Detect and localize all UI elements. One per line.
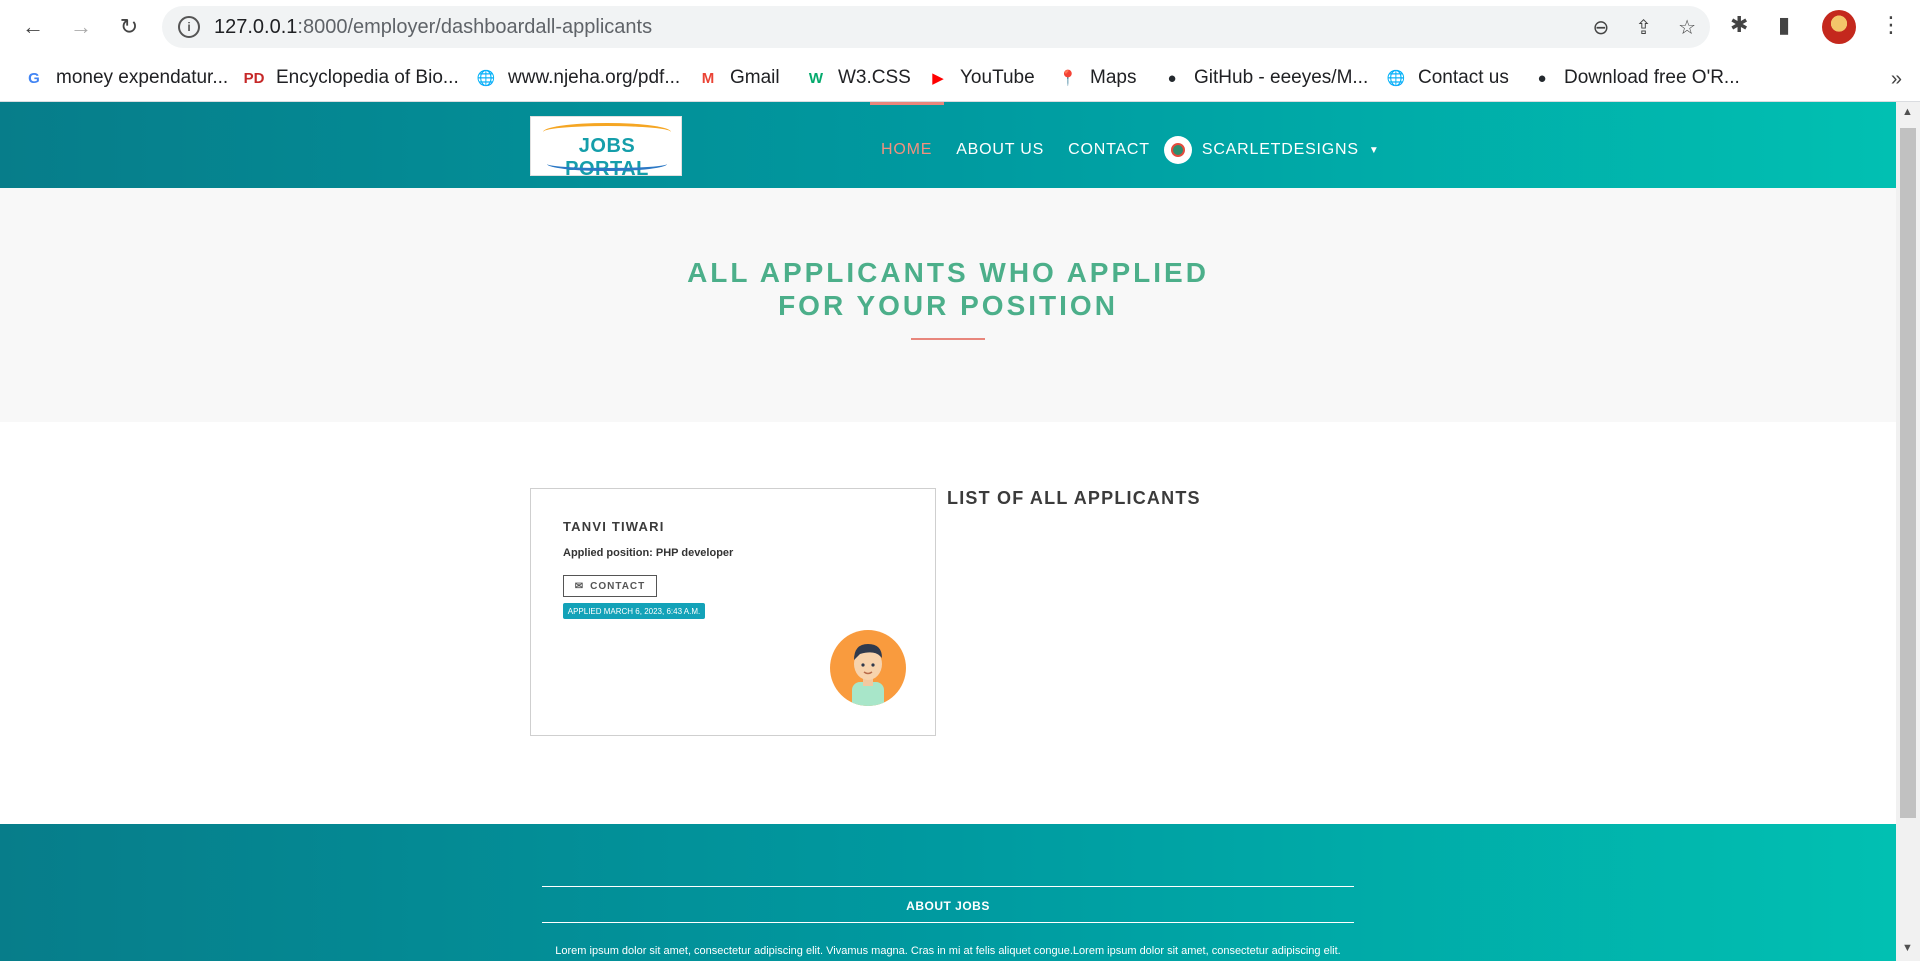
bookmark-label: W3.CSS: [838, 67, 911, 88]
bookmark-item[interactable]: 📍 Maps: [1056, 64, 1137, 92]
youtube-icon: ▶: [932, 70, 944, 87]
site-footer: ABOUT JOBS Lorem ipsum dolor sit amet, c…: [0, 824, 1896, 961]
footer-text: Lorem ipsum dolor sit amet, consectetur …: [555, 945, 1341, 957]
bookmark-item[interactable]: W W3.CSS: [804, 64, 911, 92]
hero-section: ALL APPLICANTS WHO APPLIED FOR YOUR POSI…: [0, 188, 1896, 422]
zoom-icon[interactable]: ⊖: [1593, 15, 1610, 40]
applicant-avatar: [830, 630, 906, 706]
applicant-card: TANVI TIWARI Applied position: PHP devel…: [530, 488, 936, 736]
side-panel-icon[interactable]: ▮: [1778, 12, 1790, 38]
bookmark-label: Maps: [1090, 67, 1137, 88]
nav-home[interactable]: HOME: [881, 141, 932, 159]
menu-icon[interactable]: ⋮: [1880, 12, 1902, 38]
applicant-name: TANVI TIWARI: [563, 519, 665, 534]
google-icon: G: [28, 69, 40, 87]
site-header: JOBS PORTAL HOME ABOUT US CONTACT SCARLE…: [0, 102, 1896, 188]
person-icon: [852, 644, 884, 706]
reload-icon[interactable]: ↻: [114, 12, 144, 42]
page-title-line2: FOR YOUR POSITION: [778, 290, 1118, 321]
caret-down-icon: ▼: [1368, 144, 1380, 156]
address-bar[interactable]: i 127.0.0.1:8000/employer/dashboardall-a…: [162, 6, 1710, 48]
footer-divider: [542, 886, 1354, 887]
site-info-icon[interactable]: i: [178, 16, 200, 38]
page-viewport: JOBS PORTAL HOME ABOUT US CONTACT SCARLE…: [0, 102, 1896, 961]
title-divider: [911, 338, 985, 340]
gmail-icon: M: [701, 69, 715, 87]
user-dropdown[interactable]: SCARLETDESIGNS ▼: [1163, 136, 1380, 164]
bookmark-item[interactable]: ▶ YouTube: [926, 64, 1035, 92]
scroll-thumb[interactable]: [1900, 128, 1916, 818]
maps-icon: 📍: [1058, 70, 1078, 87]
contact-button-label: CONTACT: [590, 580, 646, 592]
globe-icon: 🌐: [1386, 70, 1406, 87]
nav-active-indicator: [870, 102, 944, 105]
profile-avatar[interactable]: [1822, 10, 1856, 44]
bookmark-label: Download free O'R...: [1564, 67, 1740, 88]
user-logo-icon: [1163, 136, 1192, 164]
bookmark-label: Encyclopedia of Bio...: [276, 67, 459, 88]
scroll-down-icon[interactable]: ▼: [1902, 942, 1913, 954]
url-path: :8000/employer/dashboardall-applicants: [297, 16, 653, 38]
contact-button[interactable]: ✉ CONTACT: [563, 575, 657, 597]
nav-about[interactable]: ABOUT US: [956, 141, 1044, 159]
extensions-icon[interactable]: ✱: [1730, 12, 1748, 38]
applicant-position: Applied position: PHP developer: [563, 547, 734, 559]
bookmark-item[interactable]: ● GitHub - eeeyes/M...: [1160, 64, 1368, 92]
bookmark-label: www.njeha.org/pdf...: [508, 67, 681, 88]
bookmark-label: Gmail: [730, 67, 780, 88]
back-icon[interactable]: ←: [18, 12, 48, 42]
main-nav: HOME ABOUT US CONTACT SCARLETDESIGNS ▼: [881, 136, 1380, 164]
footer-title: ABOUT JOBS: [906, 899, 990, 913]
bookmark-item[interactable]: Gmoney expendatur...: [22, 64, 228, 92]
bookmark-item[interactable]: PD Encyclopedia of Bio...: [242, 64, 459, 92]
bookmark-label: GitHub - eeeyes/M...: [1194, 67, 1369, 88]
omnibox-tools: ⊖ ⇪ ☆: [1593, 15, 1696, 40]
w3-icon: W: [808, 69, 824, 87]
url-text[interactable]: 127.0.0.1:8000/employer/dashboardall-app…: [214, 16, 652, 39]
pd-icon: PD: [243, 69, 265, 87]
bookmark-item[interactable]: 🌐 Contact us: [1384, 64, 1509, 92]
bookmark-label: YouTube: [960, 67, 1035, 88]
url-host: 127.0.0.1: [214, 16, 298, 38]
bookmark-label: money expendatur...: [56, 67, 229, 88]
bookmark-item[interactable]: M Gmail: [696, 64, 780, 92]
envelope-icon: ✉: [574, 580, 585, 592]
list-title: LIST OF ALL APPLICANTS: [947, 488, 1201, 508]
bookmarks-bar: Gmoney expendatur... PD Encyclopedia of Bi…: [0, 54, 1920, 102]
globe-icon: 🌐: [476, 70, 496, 87]
applied-date-badge: APPLIED MARCH 6, 2023, 6:43 A.M.: [563, 603, 705, 619]
bookmark-item[interactable]: 🌐 www.njeha.org/pdf...: [474, 64, 681, 92]
github-icon: ●: [1167, 69, 1177, 87]
browser-toolbar: ← → ↻ i 127.0.0.1:8000/employer/dashboar…: [0, 0, 1920, 54]
page-scrollbar[interactable]: ▲ ▼: [1896, 102, 1920, 961]
user-name: SCARLETDESIGNS: [1201, 141, 1359, 158]
jobs-portal-logo[interactable]: JOBS PORTAL: [530, 116, 682, 180]
page-title: ALL APPLICANTS WHO APPLIED FOR YOUR POSI…: [0, 256, 1896, 322]
footer-divider: [542, 922, 1354, 923]
bookmark-item[interactable]: ● Download free O'R...: [1530, 64, 1740, 92]
bookmark-label: Contact us: [1418, 67, 1509, 88]
github-icon: ●: [1537, 69, 1547, 87]
share-icon[interactable]: ⇪: [1635, 15, 1652, 40]
bookmarks-more-icon[interactable]: »: [1891, 68, 1902, 91]
star-icon[interactable]: ☆: [1678, 15, 1696, 40]
page-title-line1: ALL APPLICANTS WHO APPLIED: [687, 257, 1209, 288]
nav-contact[interactable]: CONTACT: [1068, 141, 1150, 159]
scroll-up-icon[interactable]: ▲: [1902, 106, 1913, 118]
logo-swoosh-icon: [547, 157, 667, 171]
forward-icon[interactable]: →: [66, 12, 96, 42]
